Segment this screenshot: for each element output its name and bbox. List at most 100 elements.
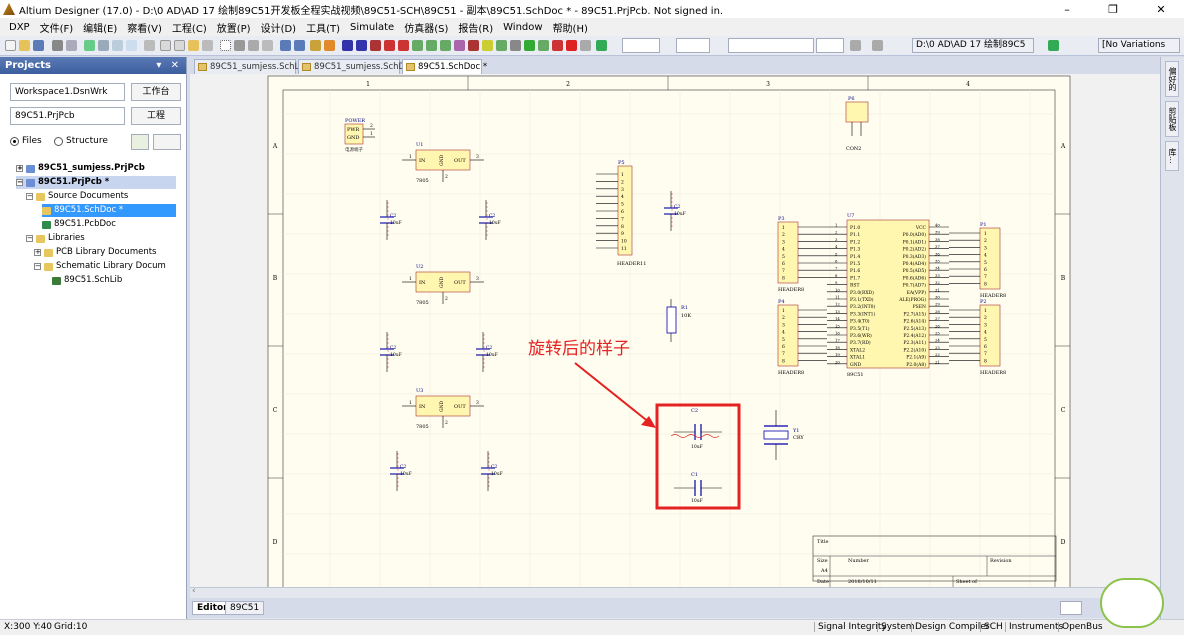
structure-radio[interactable]: Structure (54, 136, 108, 146)
tree-item-schlib[interactable]: 89C51.SchLib (52, 274, 122, 287)
zoom-filter-icon[interactable] (126, 40, 137, 51)
zoom-area-icon[interactable] (98, 40, 109, 51)
pen-icon[interactable] (596, 40, 607, 51)
expand-icon[interactable]: + (34, 249, 41, 256)
rubber-stamp-icon[interactable] (202, 40, 213, 51)
align-right-icon[interactable] (872, 40, 883, 51)
panel-header-buttons[interactable]: ▾ ✕ (156, 57, 182, 74)
tree-item-pcbdoc[interactable]: 89C51.PcbDoc (42, 218, 116, 231)
system-button[interactable]: System (877, 622, 915, 632)
menu-window[interactable]: Window (498, 22, 547, 33)
tab-89c51-schdoc[interactable]: 89C51.SchDoc * (402, 59, 487, 74)
menu-place[interactable]: 放置(P) (212, 20, 256, 35)
no-erc-icon[interactable] (482, 40, 493, 51)
workspace-button[interactable]: 工作台 (131, 83, 181, 101)
menu-design[interactable]: 设计(D) (256, 20, 302, 35)
weight-combo[interactable] (816, 38, 844, 53)
tree-item-source-documents[interactable]: − Source Documents (26, 190, 128, 203)
sheet-symbol-icon[interactable] (426, 40, 437, 51)
port-icon[interactable] (468, 40, 479, 51)
paste-icon[interactable] (188, 40, 199, 51)
redo-icon[interactable] (294, 40, 305, 51)
deselect-icon[interactable] (248, 40, 259, 51)
directive-icon[interactable] (580, 40, 591, 51)
select-area-icon[interactable] (220, 40, 231, 51)
menu-edit[interactable]: 编辑(E) (78, 20, 122, 35)
wire-icon[interactable] (342, 40, 353, 51)
tree-item-sumjess-project[interactable]: +89C51_sumjess.PrjPcb (16, 162, 145, 175)
tree-item-89c51-project[interactable]: − 89C51.PrjPcb * (16, 176, 176, 189)
copy-icon[interactable] (174, 40, 185, 51)
check-icon[interactable] (1048, 40, 1059, 51)
signal-harness-icon[interactable] (524, 40, 535, 51)
panel-options-icon[interactable] (153, 134, 181, 150)
collapse-icon[interactable]: − (16, 179, 23, 186)
sheet-entry-icon[interactable] (440, 40, 451, 51)
menu-view[interactable]: 察看(V) (122, 20, 167, 35)
save-icon[interactable] (33, 40, 44, 51)
project-field[interactable]: 89C51.PrjPcb (10, 107, 125, 125)
horizontal-scrollbar[interactable]: ‹ (190, 586, 1160, 598)
move-icon[interactable] (234, 40, 245, 51)
expand-icon[interactable]: + (16, 165, 23, 172)
cross-probe-icon[interactable] (324, 40, 335, 51)
workspace-select[interactable]: Workspace1.DsnWrk (10, 83, 125, 101)
path-combo[interactable]: D:\0 AD\AD 17 绘制89C5 (912, 38, 1034, 53)
print-preview-icon[interactable] (66, 40, 77, 51)
align-left-icon[interactable] (850, 40, 861, 51)
harness-connector-icon[interactable] (538, 40, 549, 51)
close-button[interactable]: ✕ (1138, 0, 1184, 18)
menu-tools[interactable]: 工具(T) (301, 20, 345, 35)
clear-filter-icon[interactable] (262, 40, 273, 51)
tree-item-libraries[interactable]: − Libraries (26, 232, 85, 245)
tree-item-schematic-library-documents[interactable]: − Schematic Library Docum (34, 260, 166, 273)
files-radio-dot[interactable] (10, 136, 19, 146)
menu-dxp[interactable]: DXP (4, 22, 35, 33)
signal-integrity-button[interactable]: Signal Integrity (814, 622, 887, 632)
hierarchy-icon[interactable] (310, 40, 321, 51)
openbus-button[interactable]: OpenBus (1058, 622, 1103, 632)
variations-combo[interactable]: [No Variations (1098, 38, 1180, 53)
collapse-icon[interactable]: − (34, 263, 41, 270)
sch-button[interactable]: SCH (980, 622, 1003, 632)
clipboard-tab[interactable]: 剪贴板 (1165, 101, 1179, 137)
new-icon[interactable] (5, 40, 16, 51)
harness-icon[interactable] (510, 40, 521, 51)
cut-icon[interactable] (160, 40, 171, 51)
harness-entry-icon[interactable] (552, 40, 563, 51)
design-compiler-button[interactable]: Design Compiler (911, 622, 989, 632)
schematic-canvas[interactable]: 1 2 3 4 A B C D A B C D POWER PWR GND 2 … (190, 74, 1160, 587)
component-icon[interactable] (496, 40, 507, 51)
no-erc-cross-icon[interactable] (566, 40, 577, 51)
mask-level-icon[interactable] (1060, 601, 1082, 615)
schematic-svg[interactable]: 1 2 3 4 A B C D A B C D POWER PWR GND 2 … (190, 74, 1160, 587)
select-icon[interactable] (144, 40, 155, 51)
favorites-tab[interactable]: 偏好的 (1165, 61, 1179, 97)
panel-refresh-icon[interactable] (131, 134, 149, 150)
instruments-button[interactable]: Instruments (1005, 622, 1063, 632)
minimize-button[interactable]: – (1044, 0, 1090, 18)
tree-item-schdoc[interactable]: 89C51.SchDoc * (42, 204, 176, 217)
menu-project[interactable]: 工程(C) (167, 20, 212, 35)
tab-sumjess-schdoc[interactable]: 89C51_sumjess.SchDoc (298, 59, 415, 74)
net-label-icon[interactable] (370, 40, 381, 51)
menu-reports[interactable]: 报告(R) (453, 20, 498, 35)
menu-help[interactable]: 帮助(H) (548, 20, 593, 35)
menu-simulate[interactable]: Simulate (345, 22, 399, 33)
collapse-icon[interactable]: − (26, 193, 33, 200)
bus-icon[interactable] (356, 40, 367, 51)
open-icon[interactable] (19, 40, 30, 51)
sheet-tab[interactable]: 89C51 (225, 601, 265, 615)
tree-item-pcb-library-documents[interactable]: + PCB Library Documents (34, 246, 156, 259)
tab-sumjess-schlib[interactable]: 89C51_sumjess.SchLib (194, 59, 307, 74)
restore-button[interactable]: ❐ (1090, 0, 1136, 18)
print-icon[interactable] (52, 40, 63, 51)
device-sheet-icon[interactable] (454, 40, 465, 51)
style-combo[interactable] (728, 38, 814, 53)
zoom-fit-icon[interactable] (84, 40, 95, 51)
structure-radio-dot[interactable] (54, 136, 63, 146)
undo-icon[interactable] (280, 40, 291, 51)
gnd-port-icon[interactable] (384, 40, 395, 51)
files-radio[interactable]: Files (10, 136, 42, 146)
collapse-icon[interactable]: − (26, 235, 33, 242)
